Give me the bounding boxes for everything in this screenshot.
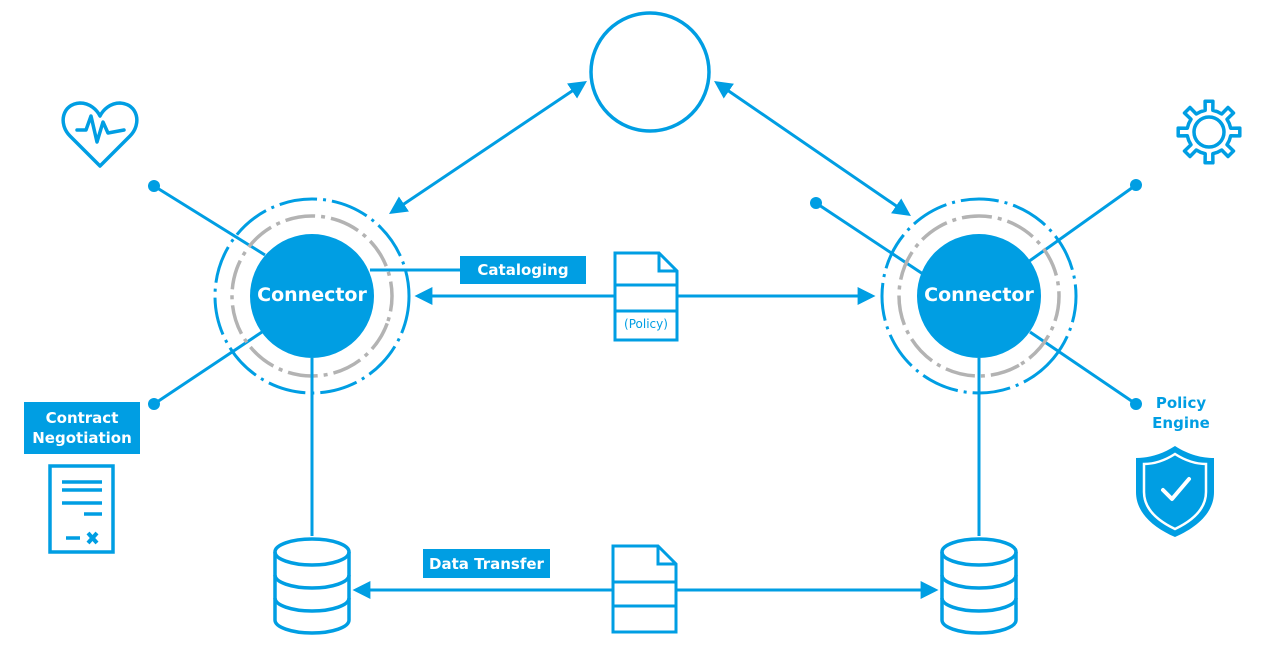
right-spoke-top-left-dot bbox=[810, 197, 822, 209]
policy-document-label: (Policy) bbox=[624, 317, 668, 331]
gear-icon bbox=[1176, 99, 1242, 165]
left-connector-label: Connector bbox=[257, 284, 367, 306]
right-connector-label: Connector bbox=[924, 284, 1034, 306]
shield-check-icon bbox=[1136, 446, 1214, 537]
central-registry-node bbox=[589, 11, 711, 133]
right-spoke-policy-engine-dot bbox=[1130, 398, 1142, 410]
left-spoke-bottom-dot bbox=[148, 398, 160, 410]
right-database-icon bbox=[940, 537, 1018, 635]
contract-document-icon bbox=[48, 464, 115, 554]
cataloging-label: Cataloging bbox=[460, 256, 586, 284]
data-document-icon bbox=[611, 544, 678, 634]
left-spoke-top-dot bbox=[148, 180, 160, 192]
edge-left-connector-registry bbox=[389, 80, 587, 215]
left-database-icon bbox=[273, 537, 351, 635]
contract-negotiation-label: Contract Negotiation bbox=[24, 402, 140, 454]
heart-pulse-icon bbox=[61, 101, 139, 168]
right-spoke-top-right-dot bbox=[1130, 179, 1142, 191]
left-spoke-top bbox=[153, 184, 266, 257]
data-transfer-label: Data Transfer bbox=[423, 549, 550, 578]
policy-engine-label: Policy Engine bbox=[1152, 394, 1210, 432]
edge-right-connector-registry bbox=[714, 80, 911, 217]
right-spoke-top-left bbox=[815, 201, 933, 282]
